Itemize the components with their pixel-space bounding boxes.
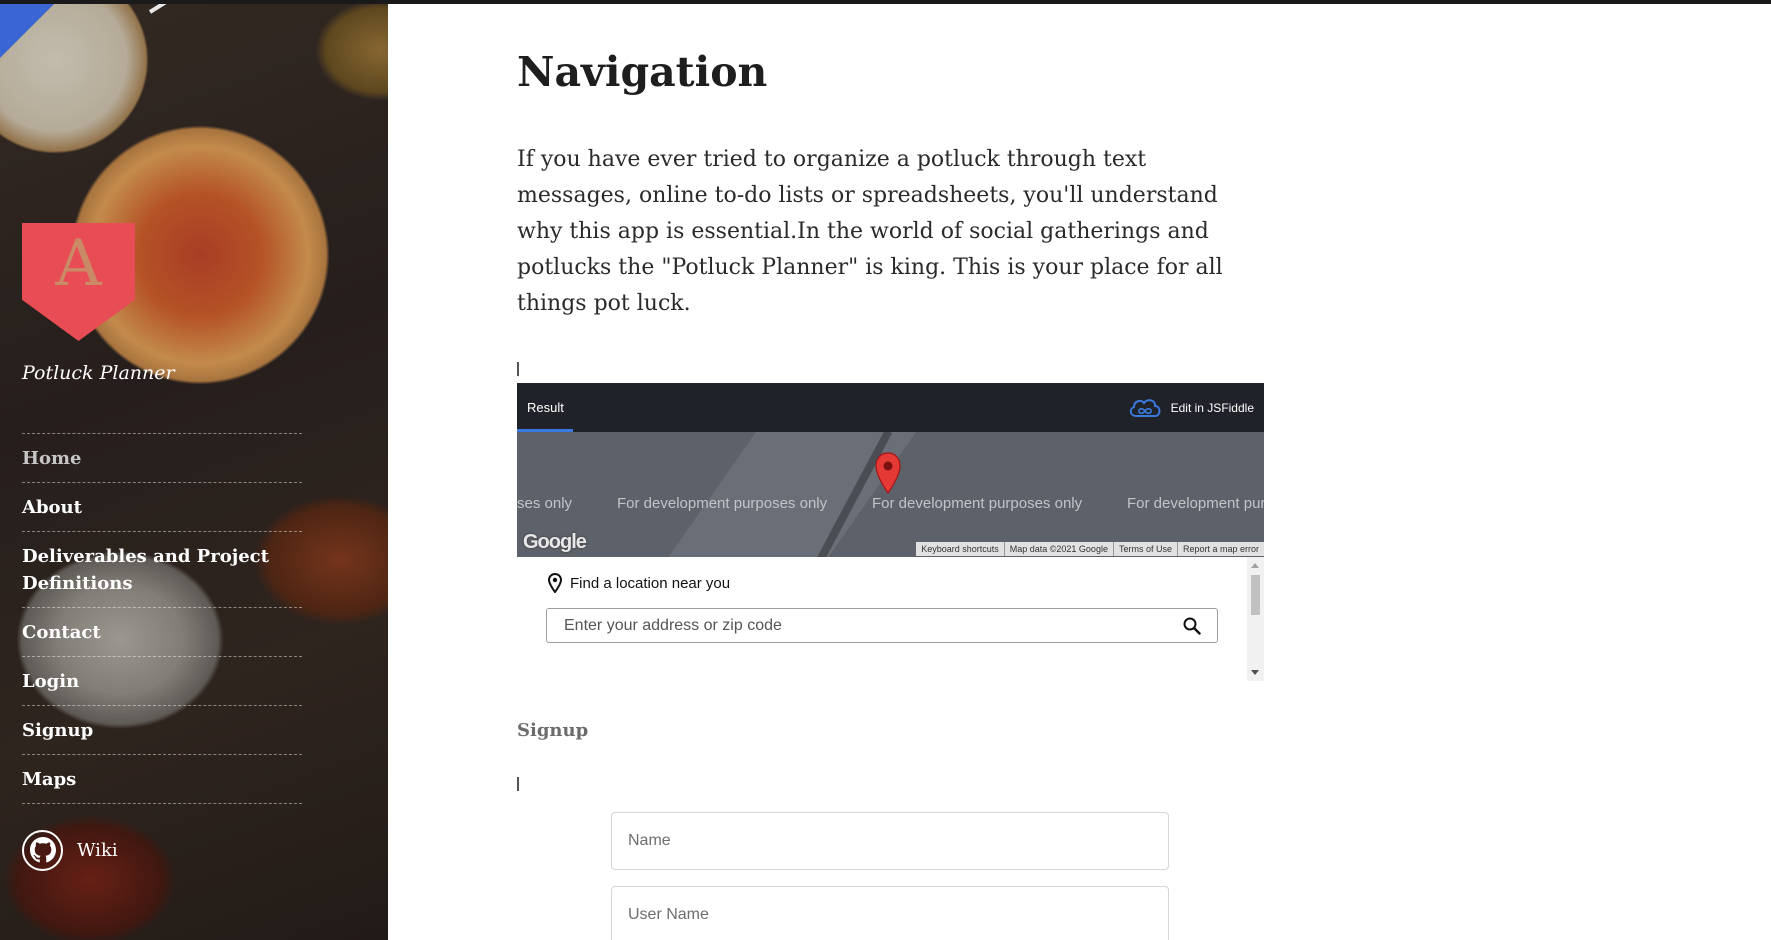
map-footer: Keyboard shortcuts Map data ©2021 Google…	[916, 542, 1264, 556]
text-cursor-mark	[517, 362, 519, 376]
tab-result[interactable]: Result	[527, 383, 564, 432]
scroll-up-arrow[interactable]	[1251, 563, 1259, 568]
address-search-input[interactable]	[546, 608, 1218, 643]
map-report-error-link[interactable]: Report a map error	[1176, 542, 1264, 556]
edit-in-jsfiddle-link[interactable]: Edit in JSFiddle	[1127, 383, 1254, 432]
map-keyboard-shortcuts-link[interactable]: Keyboard shortcuts	[916, 542, 1004, 556]
nav-item-about[interactable]: About	[22, 482, 302, 531]
corner-decoration	[0, 0, 58, 58]
sidebar-nav: Home About Deliverables and Project Defi…	[22, 433, 302, 804]
scroll-down-arrow[interactable]	[1251, 670, 1259, 675]
location-pin-icon	[548, 573, 562, 593]
intro-paragraph: If you have ever tried to organize a pot…	[517, 147, 1223, 316]
nav-item-label[interactable]: Deliverables and Project Definitions	[22, 546, 269, 594]
scroll-thumb[interactable]	[1251, 575, 1260, 615]
username-field[interactable]	[611, 886, 1169, 940]
search-icon[interactable]	[1183, 617, 1201, 635]
github-icon[interactable]	[22, 829, 63, 871]
google-map[interactable]: ses only For development purposes only F…	[517, 432, 1264, 557]
nav-item-label[interactable]: Contact	[22, 622, 101, 643]
map-dev-watermark: For development pur	[1127, 495, 1264, 512]
nav-item-deliverables[interactable]: Deliverables and Project Definitions	[22, 531, 302, 607]
wiki-label[interactable]: Wiki	[77, 840, 118, 861]
name-field[interactable]	[611, 812, 1169, 870]
text-cursor-mark	[517, 777, 519, 791]
google-logo[interactable]: Google	[523, 531, 587, 554]
map-data-credit: Map data ©2021 Google	[1003, 542, 1113, 556]
nav-item-signup[interactable]: Signup	[22, 705, 302, 754]
map-marker-icon[interactable]	[874, 452, 902, 494]
nav-item-contact[interactable]: Contact	[22, 607, 302, 656]
page-title: Navigation	[517, 48, 768, 96]
scrollbar[interactable]	[1247, 557, 1264, 681]
finder-heading-label: Find a location near you	[570, 574, 731, 592]
top-border	[0, 0, 1771, 4]
map-dev-watermark: For development purposes only	[617, 495, 828, 512]
nav-item-label[interactable]: Maps	[22, 769, 76, 790]
nav-item-label[interactable]: Login	[22, 671, 79, 692]
edit-in-jsfiddle-label[interactable]: Edit in JSFiddle	[1171, 401, 1254, 415]
nav-item-home[interactable]: Home	[22, 433, 302, 482]
nav-item-label[interactable]: Home	[22, 448, 82, 469]
nav-item-maps[interactable]: Maps	[22, 754, 302, 804]
nav-item-label[interactable]: About	[22, 497, 82, 518]
map-dev-watermark: For development purposes only	[872, 495, 1083, 512]
nav-item-login[interactable]: Login	[22, 656, 302, 705]
jsfiddle-toolbar: Result Edit in JSFiddle	[517, 383, 1264, 432]
signup-heading: Signup	[517, 720, 589, 741]
location-finder: Find a location near you	[517, 557, 1264, 681]
wiki-link[interactable]: Wiki	[22, 829, 118, 871]
map-dev-watermark: ses only	[517, 495, 573, 512]
jsfiddle-cloud-icon	[1129, 398, 1161, 417]
nav-item-label[interactable]: Signup	[22, 720, 93, 741]
site-title[interactable]: Potluck Planner	[22, 362, 175, 384]
logo-letter: A	[55, 227, 102, 301]
sidebar: A Potluck Planner Home About Deliverable…	[0, 0, 388, 940]
map-terms-link[interactable]: Terms of Use	[1112, 542, 1177, 556]
jsfiddle-embed: Result Edit in JSFiddle ses only For dev…	[517, 383, 1264, 681]
finder-heading: Find a location near you	[548, 573, 730, 593]
